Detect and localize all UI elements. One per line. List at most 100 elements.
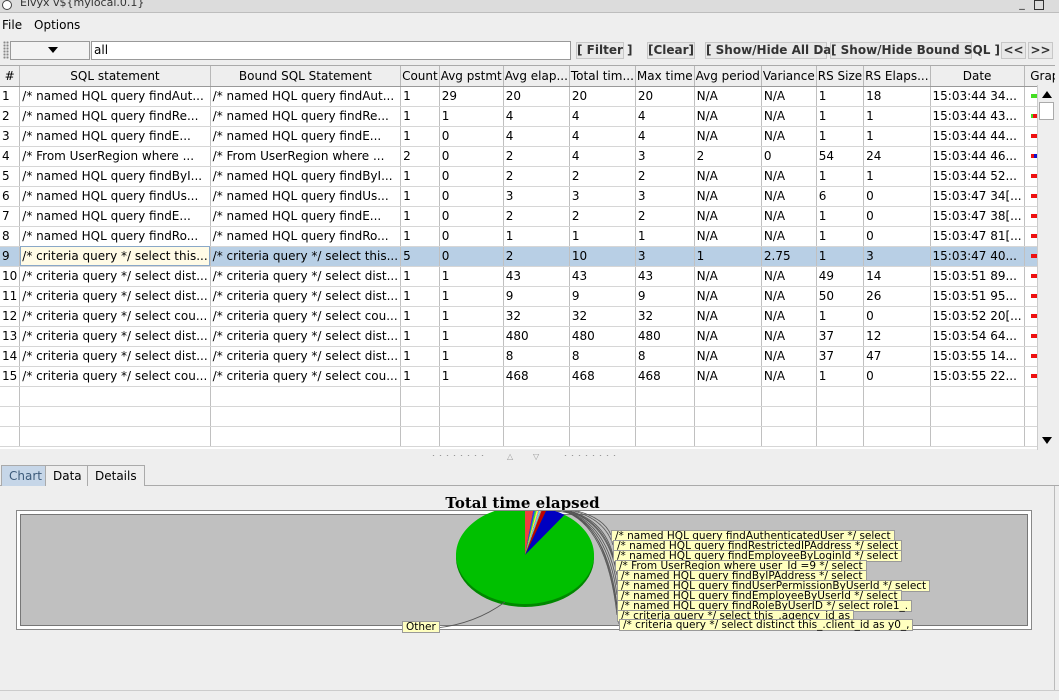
table-row[interactable]: 3/* named HQL query findE.../* named HQL…: [0, 126, 1055, 147]
tab-chart[interactable]: Chart: [1, 465, 50, 487]
table-cell[interactable]: 15:03:44 52...: [930, 166, 1025, 187]
table-cell[interactable]: 37: [816, 346, 865, 367]
column-header[interactable]: Graph: [1024, 66, 1055, 87]
table-cell[interactable]: 480: [503, 326, 570, 347]
table-cell[interactable]: 15:03:44 43...: [930, 106, 1025, 127]
scrollbar-thumb[interactable]: [1039, 102, 1054, 120]
table-cell[interactable]: 50: [816, 286, 865, 307]
table-cell[interactable]: /* named HQL query findAut...: [210, 86, 402, 107]
collapse-down-icon[interactable]: ▽: [533, 452, 539, 461]
table-cell[interactable]: N/A: [694, 166, 762, 187]
table-cell[interactable]: 15:03:51 89...: [930, 266, 1025, 287]
table-cell[interactable]: 0: [761, 146, 817, 167]
table-cell[interactable]: 1: [400, 306, 440, 327]
table-cell[interactable]: /* named HQL query findRe...: [210, 106, 402, 127]
table-cell[interactable]: 9: [0, 246, 21, 267]
filter-input[interactable]: all: [91, 41, 571, 60]
table-cell[interactable]: 1: [863, 106, 931, 127]
table-cell[interactable]: N/A: [761, 326, 817, 347]
table-cell[interactable]: /* criteria query */ select dist...: [19, 286, 211, 307]
table-cell[interactable]: 1: [439, 346, 504, 367]
table-cell[interactable]: /* criteria query */ select cou...: [19, 306, 211, 327]
table-cell[interactable]: 2: [569, 166, 636, 187]
table-cell[interactable]: 8: [503, 346, 570, 367]
table-cell[interactable]: 20: [569, 86, 636, 107]
table-cell[interactable]: /* criteria query */ select dist...: [19, 266, 211, 287]
column-header[interactable]: Avg elap...: [503, 66, 570, 87]
table-cell[interactable]: 0: [439, 126, 504, 147]
table-cell[interactable]: 49: [816, 266, 865, 287]
table-cell[interactable]: 1: [400, 186, 440, 207]
column-header[interactable]: #: [0, 66, 21, 87]
table-cell[interactable]: N/A: [761, 306, 817, 327]
table-cell[interactable]: /* criteria query */ select dist...: [19, 326, 211, 347]
split-pane-divider[interactable]: △ ▽: [0, 450, 1059, 462]
table-cell[interactable]: 13: [0, 326, 21, 347]
table-cell[interactable]: 0: [863, 186, 931, 207]
table-cell[interactable]: 4: [503, 106, 570, 127]
table-cell[interactable]: 2: [503, 206, 570, 227]
table-cell[interactable]: N/A: [761, 346, 817, 367]
table-cell[interactable]: 1: [400, 166, 440, 187]
table-cell[interactable]: 9: [569, 286, 636, 307]
table-cell[interactable]: 26: [863, 286, 931, 307]
table-cell[interactable]: 8: [569, 346, 636, 367]
table-cell[interactable]: 2: [694, 146, 762, 167]
table-cell[interactable]: 1: [400, 326, 440, 347]
menu-options[interactable]: Options: [34, 18, 80, 32]
table-cell[interactable]: 3: [503, 186, 570, 207]
table-cell[interactable]: 3: [635, 246, 695, 267]
table-cell[interactable]: 32: [569, 306, 636, 327]
maximize-icon[interactable]: [1034, 0, 1044, 10]
table-cell[interactable]: N/A: [694, 266, 762, 287]
table-cell[interactable]: 1: [400, 346, 440, 367]
table-cell[interactable]: 12: [0, 306, 21, 327]
table-cell[interactable]: 1: [400, 206, 440, 227]
table-row[interactable]: 15/* criteria query */ select cou.../* c…: [0, 366, 1055, 387]
table-cell[interactable]: N/A: [761, 126, 817, 147]
table-cell[interactable]: 1: [0, 86, 21, 107]
table-cell[interactable]: 1: [439, 106, 504, 127]
table-cell[interactable]: 15:03:51 95...: [930, 286, 1025, 307]
table-cell[interactable]: N/A: [761, 206, 817, 227]
table-cell[interactable]: 1: [863, 166, 931, 187]
menu-file[interactable]: File: [2, 18, 22, 32]
table-cell[interactable]: 5: [400, 246, 440, 267]
table-cell[interactable]: 480: [635, 326, 695, 347]
table-cell[interactable]: 3: [635, 146, 695, 167]
table-cell[interactable]: /* criteria query */ select cou...: [210, 306, 402, 327]
table-cell[interactable]: N/A: [694, 126, 762, 147]
table-cell[interactable]: N/A: [761, 286, 817, 307]
table-cell[interactable]: 8: [635, 346, 695, 367]
table-cell[interactable]: 1: [816, 166, 865, 187]
table-cell[interactable]: N/A: [761, 226, 817, 247]
table-row[interactable]: 14/* criteria query */ select dist.../* …: [0, 346, 1055, 367]
table-cell[interactable]: 15:03:55 14...: [930, 346, 1025, 367]
table-cell[interactable]: N/A: [761, 86, 817, 107]
minimize-icon[interactable]: _: [1015, 0, 1029, 11]
table-cell[interactable]: 2: [400, 146, 440, 167]
table-cell[interactable]: 1: [400, 226, 440, 247]
table-cell[interactable]: 15:03:44 34...: [930, 86, 1025, 107]
table-row[interactable]: 9/* criteria query */ select this.../* c…: [0, 246, 1055, 267]
table-cell[interactable]: 15:03:47 34[...: [930, 186, 1025, 207]
table-cell[interactable]: 14: [863, 266, 931, 287]
table-cell[interactable]: 1: [400, 86, 440, 107]
tab-details[interactable]: Details: [87, 465, 145, 486]
table-cell[interactable]: N/A: [694, 366, 762, 387]
table-cell[interactable]: 480: [569, 326, 636, 347]
table-cell[interactable]: 468: [503, 366, 570, 387]
column-header[interactable]: Max time: [635, 66, 695, 87]
table-cell[interactable]: 1: [400, 286, 440, 307]
table-cell[interactable]: 15:03:54 64...: [930, 326, 1025, 347]
table-cell[interactable]: 0: [863, 206, 931, 227]
table-cell[interactable]: /* criteria query */ select dist...: [210, 266, 402, 287]
table-cell[interactable]: 468: [635, 366, 695, 387]
table-cell[interactable]: 1: [400, 266, 440, 287]
table-cell[interactable]: 4: [0, 146, 21, 167]
table-cell[interactable]: 6: [0, 186, 21, 207]
table-cell[interactable]: 2.75: [761, 246, 817, 267]
column-header[interactable]: Bound SQL Statement: [210, 66, 402, 87]
table-cell[interactable]: N/A: [761, 186, 817, 207]
table-cell[interactable]: 1: [863, 126, 931, 147]
